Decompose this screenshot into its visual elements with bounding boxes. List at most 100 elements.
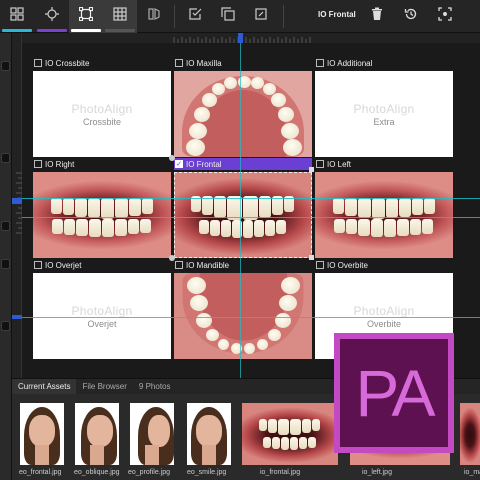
copy-icon bbox=[221, 7, 235, 26]
asset-thumbnail[interactable] bbox=[187, 403, 231, 465]
slot-header: IO Right bbox=[33, 158, 171, 170]
crosshair-icon bbox=[45, 7, 59, 26]
slot-placeholder[interactable]: PhotoAlign Overjet bbox=[33, 273, 171, 359]
placeholder-category: Overjet bbox=[87, 318, 117, 329]
horizontal-ruler[interactable] bbox=[22, 33, 480, 43]
right-occlusion-photo[interactable] bbox=[33, 172, 171, 258]
tab-file-browser[interactable]: File Browser bbox=[76, 379, 132, 394]
asset-thumbnail[interactable] bbox=[242, 403, 338, 465]
slot-checkbox[interactable] bbox=[34, 261, 42, 269]
slot-header: IO Additional bbox=[315, 57, 453, 69]
watermark-text: PhotoAlign bbox=[71, 101, 133, 116]
crop-icon bbox=[254, 7, 268, 26]
slot-checkbox-checked[interactable]: ✓ bbox=[175, 160, 183, 168]
table-grid-tool[interactable] bbox=[103, 0, 137, 33]
delete-button[interactable] bbox=[360, 0, 394, 33]
slot-io-mandible[interactable]: IO Mandible bbox=[174, 259, 312, 359]
fullscreen-button[interactable] bbox=[428, 0, 462, 33]
select-tool-button[interactable] bbox=[178, 0, 212, 33]
asset-thumbnail[interactable] bbox=[20, 403, 64, 465]
table-grid-icon bbox=[113, 7, 127, 26]
panel-handle[interactable] bbox=[1, 259, 10, 269]
left-side-panel bbox=[0, 33, 12, 480]
slot-checkbox[interactable] bbox=[34, 160, 42, 168]
panel-handle[interactable] bbox=[1, 321, 10, 331]
asset-filename: eo_profile.jpg bbox=[128, 469, 171, 476]
layout-canvas[interactable]: IO Crossbite PhotoAlign Crossbite IO Max… bbox=[22, 43, 480, 378]
layout-grid-icon bbox=[10, 7, 24, 26]
slot-io-maxilla[interactable]: IO Maxilla bbox=[174, 57, 312, 157]
crosshair-tool[interactable] bbox=[35, 0, 69, 33]
bounding-box-icon bbox=[78, 6, 94, 26]
slot-label: IO Additional bbox=[327, 58, 373, 68]
slot-header: IO Overbite bbox=[315, 259, 453, 271]
slot-io-overjet[interactable]: IO Overjet PhotoAlign Overjet bbox=[33, 259, 171, 359]
tab-current-assets[interactable]: Current Assets bbox=[12, 379, 77, 394]
slot-label: IO Crossbite bbox=[45, 58, 90, 68]
photoalign-app: IO Frontal IO Crossbite PhotoAlign Cross… bbox=[0, 0, 480, 480]
slot-checkbox[interactable] bbox=[175, 261, 183, 269]
check-square-icon bbox=[188, 7, 202, 26]
split-view-icon bbox=[147, 7, 161, 26]
watermark-text: PhotoAlign bbox=[353, 101, 415, 116]
history-button[interactable] bbox=[394, 0, 428, 33]
slot-label: IO Mandible bbox=[186, 260, 230, 270]
trash-icon bbox=[370, 7, 384, 26]
slot-placeholder[interactable]: PhotoAlign Extra bbox=[315, 71, 453, 157]
panel-expand-toggle[interactable] bbox=[1, 61, 10, 71]
placeholder-category: Overbite bbox=[366, 318, 401, 329]
asset-filename: eo_frontal.jpg bbox=[19, 469, 62, 476]
slot-io-crossbite[interactable]: IO Crossbite PhotoAlign Crossbite bbox=[33, 57, 171, 157]
crop-button[interactable] bbox=[244, 0, 278, 33]
frontal-occlusion-photo[interactable] bbox=[174, 172, 312, 258]
watermark-text: PhotoAlign bbox=[71, 303, 133, 318]
panel-handle[interactable] bbox=[1, 153, 10, 163]
slot-checkbox[interactable] bbox=[316, 160, 324, 168]
logo-text: PA bbox=[355, 356, 435, 430]
slot-io-frontal[interactable]: ✓ IO Frontal bbox=[169, 155, 314, 261]
asset-filename: eo_oblique.jpg bbox=[74, 469, 120, 476]
panel-handle[interactable] bbox=[1, 221, 10, 231]
slot-label: IO Left bbox=[327, 159, 352, 169]
guide-line-vertical[interactable] bbox=[240, 43, 241, 378]
slot-header: IO Crossbite bbox=[33, 57, 171, 69]
maxilla-photo[interactable] bbox=[174, 71, 312, 157]
slot-placeholder[interactable]: PhotoAlign Crossbite bbox=[33, 71, 171, 157]
slot-io-left[interactable]: IO Left bbox=[315, 158, 453, 258]
main-toolbar: IO Frontal bbox=[0, 0, 480, 33]
slot-label: IO Right bbox=[45, 159, 75, 169]
placeholder-category: Extra bbox=[373, 116, 395, 127]
slot-checkbox[interactable] bbox=[34, 59, 42, 67]
vertical-ruler[interactable] bbox=[12, 33, 22, 378]
slot-label: IO Frontal bbox=[186, 159, 222, 169]
asset-thumbnail[interactable] bbox=[130, 403, 174, 465]
fullscreen-icon bbox=[438, 7, 452, 26]
placeholder-category: Crossbite bbox=[82, 116, 121, 127]
asset-thumbnail[interactable] bbox=[75, 403, 119, 465]
slot-header: IO Mandible bbox=[174, 259, 312, 271]
split-view-tool[interactable] bbox=[137, 0, 171, 33]
history-icon bbox=[404, 7, 418, 26]
slot-io-right[interactable]: IO Right bbox=[33, 158, 171, 258]
slot-header: IO Overjet bbox=[33, 259, 171, 271]
asset-thumbnail[interactable] bbox=[460, 403, 480, 465]
left-occlusion-photo[interactable] bbox=[315, 172, 453, 258]
photo-count: 9 Photos bbox=[138, 382, 171, 391]
asset-filename: io_ma bbox=[464, 469, 480, 476]
guide-line-horizontal[interactable] bbox=[22, 198, 480, 199]
bounding-box-tool[interactable] bbox=[69, 0, 103, 33]
resize-handle[interactable] bbox=[309, 167, 314, 172]
guide-line-horizontal[interactable] bbox=[22, 217, 480, 218]
slot-io-additional[interactable]: IO Additional PhotoAlign Extra bbox=[315, 57, 453, 157]
slot-checkbox[interactable] bbox=[316, 261, 324, 269]
guide-line-horizontal[interactable] bbox=[22, 317, 480, 318]
mandible-photo[interactable] bbox=[174, 273, 312, 359]
copy-button[interactable] bbox=[211, 0, 245, 33]
slot-label: IO Overbite bbox=[327, 260, 368, 270]
resize-handle[interactable] bbox=[169, 155, 175, 161]
asset-filename: eo_smile.jpg bbox=[187, 469, 227, 476]
layout-grid-tool[interactable] bbox=[0, 0, 34, 33]
slot-checkbox[interactable] bbox=[175, 59, 183, 67]
slot-header-selected: ✓ IO Frontal bbox=[174, 158, 312, 170]
slot-checkbox[interactable] bbox=[316, 59, 324, 67]
